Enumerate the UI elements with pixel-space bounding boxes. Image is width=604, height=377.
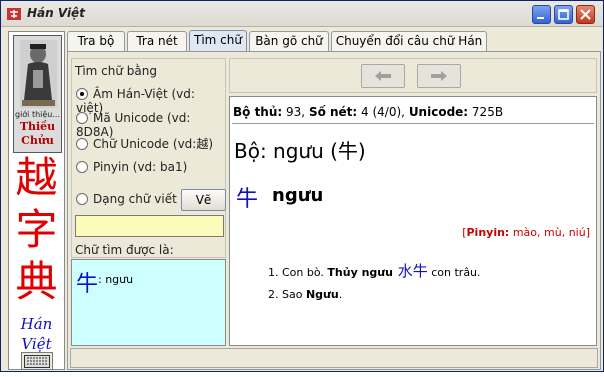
definition-item-1: 1. Con bò. Thủy ngưu 水牛 con trâu. bbox=[268, 262, 481, 280]
status-bar bbox=[70, 348, 598, 368]
sidebar: giới thiệu... Thiều Chửu 越 字 典 Hán Việt bbox=[8, 31, 65, 370]
minimize-button[interactable] bbox=[532, 5, 551, 24]
radical-line: Bộ: ngưu (牛) bbox=[234, 139, 366, 163]
headword-char: 牛 bbox=[236, 187, 259, 212]
info-unicode-label: Unicode: bbox=[408, 105, 469, 119]
title-char-3: 典 bbox=[15, 257, 58, 306]
radio-button-checked[interactable] bbox=[76, 88, 88, 100]
radio-pinyin[interactable]: Pinyin (vd: ba1) bbox=[76, 160, 187, 178]
draw-button[interactable]: Vẽ bbox=[181, 189, 226, 211]
pinyin-close: ] bbox=[585, 226, 590, 239]
nav-bar bbox=[229, 58, 597, 93]
portrait-image bbox=[20, 40, 57, 108]
def-han[interactable]: 水牛 bbox=[393, 262, 428, 280]
app-logo-icon bbox=[7, 8, 21, 20]
portrait-name-line1: Thiều bbox=[19, 120, 56, 133]
result-char[interactable]: 牛 bbox=[76, 266, 98, 298]
sidebar-han-line2: Việt bbox=[21, 335, 52, 353]
title-char-2: 字 bbox=[15, 205, 58, 254]
maximize-icon bbox=[558, 9, 569, 20]
arrow-left-icon bbox=[375, 71, 391, 81]
portrait-caption[interactable]: giới thiệu... bbox=[14, 110, 61, 119]
radio-label: Chữ Unicode (vd:越) bbox=[93, 137, 214, 151]
def-text: con trâu. bbox=[427, 266, 481, 279]
maximize-button[interactable] bbox=[554, 5, 573, 24]
tab-ban-go-chu[interactable]: Bàn gõ chữ bbox=[249, 31, 329, 51]
info-bo-value: 93, bbox=[282, 105, 306, 119]
search-options-panel: Tìm chữ bằng Âm Hán-Việt (vd: việt) Mã U… bbox=[71, 58, 226, 258]
sidebar-han-viet: Hán Việt bbox=[9, 314, 64, 354]
result-list[interactable]: 牛 : ngưu bbox=[71, 259, 226, 346]
def-bold: Thủy ngưu bbox=[327, 266, 393, 279]
def-bold: Ngưu bbox=[305, 288, 339, 301]
title-char-1: 越 bbox=[15, 153, 58, 202]
close-icon bbox=[580, 9, 591, 20]
tab-tra-bo[interactable]: Tra bộ bbox=[67, 31, 125, 51]
definition-item-2: 2. Sao Ngưu. bbox=[268, 288, 343, 301]
back-button[interactable] bbox=[361, 64, 405, 88]
def-text: . bbox=[338, 288, 343, 301]
radio-ma-unicode[interactable]: Mã Unicode (vd: 8D8A) bbox=[76, 111, 225, 139]
keyboard-button[interactable] bbox=[21, 352, 53, 370]
close-button[interactable] bbox=[576, 5, 595, 24]
arrow-right-icon bbox=[431, 71, 447, 81]
pinyin-line: [Pinyin: mào, mù, niú] bbox=[462, 226, 590, 239]
divider bbox=[232, 123, 594, 124]
tab-tra-net[interactable]: Tra nét bbox=[127, 31, 187, 51]
definitions-list: 1. Con bò. Thủy ngưu 水牛 con trâu. 2. Sao… bbox=[268, 261, 481, 305]
def-text: Sao bbox=[282, 288, 306, 301]
radio-chu-unicode[interactable]: Chữ Unicode (vd:越) bbox=[76, 135, 213, 153]
portrait-name-line2: Chửu bbox=[21, 134, 54, 147]
radio-button[interactable] bbox=[76, 112, 88, 124]
title-bar[interactable]: Hán Việt bbox=[1, 1, 603, 27]
tab-tim-chu[interactable]: Tìm chữ bbox=[189, 30, 247, 52]
window-title: Hán Việt bbox=[27, 6, 85, 20]
sidebar-han-line1: Hán bbox=[20, 315, 53, 333]
search-input[interactable] bbox=[75, 215, 224, 237]
keyboard-icon bbox=[24, 355, 50, 368]
tab-panel-tim-chu: Tìm chữ bằng Âm Hán-Việt (vd: việt) Mã U… bbox=[67, 51, 601, 370]
radio-label: Pinyin (vd: ba1) bbox=[93, 160, 188, 174]
forward-button[interactable] bbox=[417, 64, 461, 88]
app-window: Hán Việt giới thiệu... Thiều Chửu 越 字 典 … bbox=[0, 0, 604, 372]
dictionary-title-chars: 越 字 典 bbox=[9, 152, 64, 308]
entry-info-line: Bộ thủ: 93, Số nét: 4 (4/0), Unicode: 72… bbox=[233, 105, 503, 119]
info-net-value: 4 (4/0), bbox=[357, 105, 405, 119]
portrait-name: Thiều Chửu bbox=[14, 120, 61, 148]
tab-chuyen-doi[interactable]: Chuyển đổi câu chữ Hán bbox=[331, 31, 487, 51]
info-unicode-value: 725B bbox=[468, 105, 504, 119]
radio-am-han-viet[interactable]: Âm Hán-Việt (vd: việt) bbox=[76, 87, 225, 115]
info-net-label: Số nét: bbox=[308, 105, 358, 119]
radio-button[interactable] bbox=[76, 161, 88, 173]
entry-content: Bộ thủ: 93, Số nét: 4 (4/0), Unicode: 72… bbox=[229, 96, 597, 346]
found-label: Chữ tìm được là: bbox=[75, 243, 174, 257]
author-portrait[interactable]: giới thiệu... Thiều Chửu bbox=[13, 35, 62, 153]
minimize-icon bbox=[537, 17, 544, 19]
radio-button[interactable] bbox=[76, 138, 88, 150]
def-text: Con bò. bbox=[282, 266, 328, 279]
radio-dang-chu-viet[interactable]: Dạng chữ viết bbox=[76, 192, 177, 210]
result-text[interactable]: : ngưu bbox=[98, 273, 133, 286]
headword: ngưu bbox=[272, 185, 324, 206]
info-bo-label: Bộ thủ: bbox=[233, 105, 283, 119]
pinyin-value: mào, mù, niú bbox=[509, 226, 586, 239]
pinyin-label: Pinyin: bbox=[466, 226, 510, 239]
radio-button[interactable] bbox=[76, 193, 88, 205]
radio-label: Dạng chữ viết bbox=[93, 192, 177, 206]
search-options-title: Tìm chữ bằng bbox=[75, 64, 157, 78]
